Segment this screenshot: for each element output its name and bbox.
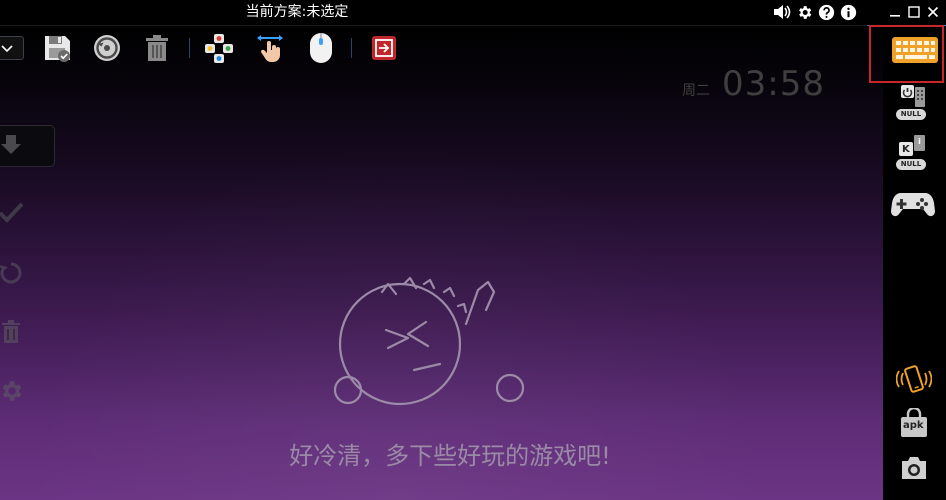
- reset-tool[interactable]: [0, 258, 26, 288]
- gamepad-icon: [891, 193, 935, 217]
- wasd-keys-icon: [205, 34, 233, 63]
- restore-icon: [94, 35, 120, 61]
- exit-button[interactable]: [367, 31, 401, 65]
- checkmark-icon: [0, 202, 24, 223]
- settings-gear-icon[interactable]: [795, 3, 813, 21]
- swipe-gesture-button[interactable]: [254, 31, 288, 65]
- confirm-tool[interactable]: [0, 197, 26, 227]
- key-label: K: [902, 144, 910, 155]
- install-apk-button[interactable]: apk: [898, 406, 930, 440]
- restore-button[interactable]: [90, 31, 124, 65]
- volume-icon[interactable]: [773, 3, 791, 21]
- null-badge: NULL: [896, 109, 926, 120]
- null-badge-2: NULL: [896, 159, 926, 170]
- trash-icon: [146, 35, 168, 61]
- mouse-icon: [310, 33, 332, 63]
- title-icons: [773, 3, 857, 21]
- screenshot-button[interactable]: [898, 452, 930, 484]
- help-icon[interactable]: [817, 3, 835, 21]
- close-icon[interactable]: [925, 3, 940, 21]
- minimize-icon[interactable]: [887, 3, 902, 21]
- shake-phone-icon: [896, 365, 932, 393]
- download-tool[interactable]: [0, 130, 26, 160]
- window-title: 当前方案:未选定: [245, 4, 349, 20]
- reset-icon: [0, 262, 22, 284]
- empty-state-message: 好冷清，多下些好玩的游戏吧!: [289, 442, 611, 470]
- clear-tool[interactable]: [0, 317, 26, 347]
- key-mapping-button[interactable]: i K NULL: [896, 134, 928, 170]
- keyboard-icon: [892, 37, 938, 63]
- camera-icon: [902, 457, 926, 479]
- clock-day: 周二: [682, 83, 710, 99]
- keyboard-mode-button[interactable]: [889, 35, 941, 65]
- trash-small-icon: [2, 320, 20, 343]
- info-icon[interactable]: [839, 3, 857, 21]
- gamepad-mode-button[interactable]: [890, 188, 936, 222]
- maximize-icon[interactable]: [906, 3, 921, 21]
- apk-label: apk: [903, 420, 924, 431]
- wasd-keys-button[interactable]: [202, 31, 236, 65]
- window-controls: [887, 3, 940, 21]
- power-keypad-icon: [901, 85, 925, 107]
- scheme-dropdown[interactable]: [0, 36, 24, 60]
- exit-icon: [372, 36, 396, 60]
- toolbar-separator: [189, 38, 190, 58]
- delete-button[interactable]: [140, 31, 174, 65]
- clock-time: 03:58: [722, 64, 825, 104]
- shake-button[interactable]: [895, 362, 933, 396]
- gear-small-icon: [2, 381, 22, 401]
- mouse-button[interactable]: [304, 31, 338, 65]
- swipe-hand-icon: [257, 35, 283, 62]
- save-disk-icon: [45, 36, 70, 62]
- empty-state-mascot-icon: [333, 276, 525, 406]
- svg-text:i: i: [918, 137, 921, 146]
- title-bar: 当前方案:未选定: [0, 0, 946, 26]
- toolbar-separator-2: [351, 38, 352, 58]
- settings-tool[interactable]: [0, 376, 26, 406]
- power-mode-button[interactable]: NULL: [896, 84, 928, 120]
- chevron-down-icon: [1, 45, 13, 53]
- arrow-down-icon: [1, 135, 21, 154]
- save-scheme-button[interactable]: [40, 31, 74, 65]
